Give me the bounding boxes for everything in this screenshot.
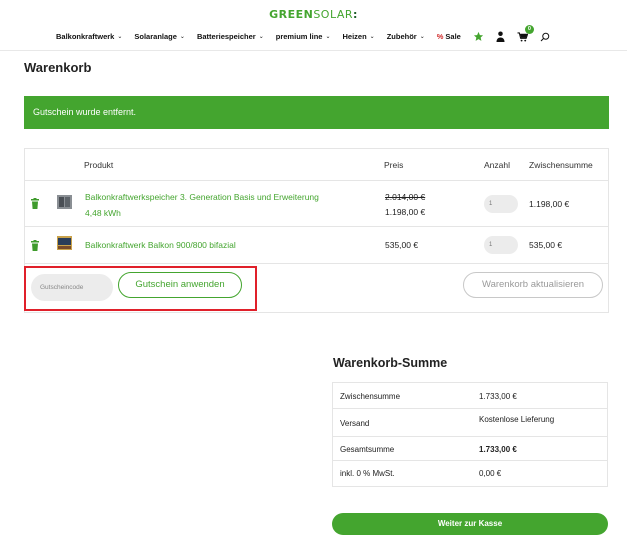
current-price: 1.198,00 € [385, 207, 426, 217]
nav-item-sale[interactable]: % Sale [437, 32, 461, 41]
product-link[interactable]: Balkonkraftwerk Balkon 900/800 bifazial [85, 238, 236, 252]
table-row: Balkonkraftwerkspeicher 3. Generation Ba… [25, 181, 608, 227]
product-link[interactable]: Balkonkraftwerkspeicher 3. Generation Ba… [85, 190, 319, 220]
percent-icon: % [436, 32, 444, 41]
chevron-down-icon: ⌄ [179, 34, 185, 40]
main-nav: Balkonkraftwerk ⌄ Solaranlage ⌄ Batteriesp… [56, 24, 562, 42]
nav-item-solaranlage[interactable]: Solaranlage ⌄ [134, 32, 185, 41]
brand-name-part2: SOLAR [313, 8, 354, 21]
nav-item-premium-line[interactable]: premium line ⌄ [276, 32, 331, 41]
brand-mark: : [353, 8, 358, 21]
brand-name-part1: GREEN [269, 8, 314, 21]
chevron-down-icon: ⌄ [258, 34, 264, 40]
product-price: 535,00 € [385, 240, 419, 250]
table-row: Balkonkraftwerk Balkon 900/800 bifazial … [25, 227, 608, 264]
product-thumbnail[interactable] [57, 236, 72, 250]
nav-item-zubehoer[interactable]: Zubehör ⌄ [387, 32, 425, 41]
totals-row-tax: inkl. 0 % MwSt. 0,00 € [340, 469, 502, 478]
header-subtotal: Zwischensumme [529, 160, 593, 170]
coupon-removed-notice: Gutschein wurde entfernt. [24, 96, 609, 129]
cart-table-header: Produkt Preis Anzahl Zwischensumme [25, 149, 608, 181]
page-title: Warenkorb [24, 60, 92, 75]
nav-item-heizen[interactable]: Heizen ⌄ [342, 32, 374, 41]
old-price: 2.014,00 € [385, 192, 426, 202]
coupon-highlight-frame [24, 266, 257, 311]
nav-item-balkonkraftwerk[interactable]: Balkonkraftwerk ⌄ [56, 32, 122, 41]
line-subtotal: 1.198,00 € [529, 199, 570, 209]
totals-row-subtotal: Zwischensumme 1.733,00 € [333, 383, 607, 409]
header-product: Produkt [84, 160, 114, 170]
quantity-input[interactable]: 1 [484, 195, 518, 213]
header-qty: Anzahl [484, 160, 510, 170]
cart-totals-title: Warenkorb-Summe [333, 356, 448, 370]
product-price: 2.014,00 € 1.198,00 € [385, 190, 425, 219]
header-divider [0, 50, 627, 51]
cart-count-badge: 0 [524, 24, 534, 34]
search-icon[interactable] [540, 32, 550, 42]
trash-icon[interactable] [30, 238, 40, 256]
user-icon[interactable] [496, 31, 505, 42]
nav-item-batteriespeicher[interactable]: Batteriespeicher ⌄ [197, 32, 264, 41]
product-thumbnail[interactable] [57, 195, 72, 209]
chevron-down-icon: ⌄ [117, 34, 123, 40]
update-cart-button[interactable]: Warenkorb aktualisieren [463, 272, 603, 298]
quantity-input[interactable]: 1 [484, 236, 518, 254]
header-price: Preis [384, 160, 404, 170]
brand-logo[interactable]: GREENSOLAR: [0, 8, 627, 21]
chevron-down-icon: ⌄ [325, 34, 331, 40]
line-subtotal: 535,00 € [529, 240, 563, 250]
chevron-down-icon: ⌄ [419, 34, 425, 40]
proceed-to-checkout-button[interactable]: Weiter zur Kasse [332, 513, 608, 535]
chevron-down-icon: ⌄ [369, 34, 375, 40]
trash-icon[interactable] [30, 196, 40, 214]
star-icon[interactable] [473, 31, 484, 42]
cart-totals-table: Zwischensumme 1.733,00 € Versand Kostenl… [332, 382, 608, 487]
totals-row-shipping: Versand Kostenlose Lieferung [333, 409, 607, 437]
totals-row-total: Gesamtsumme 1.733,00 € [333, 437, 607, 461]
cart-icon[interactable]: 0 [517, 24, 534, 42]
